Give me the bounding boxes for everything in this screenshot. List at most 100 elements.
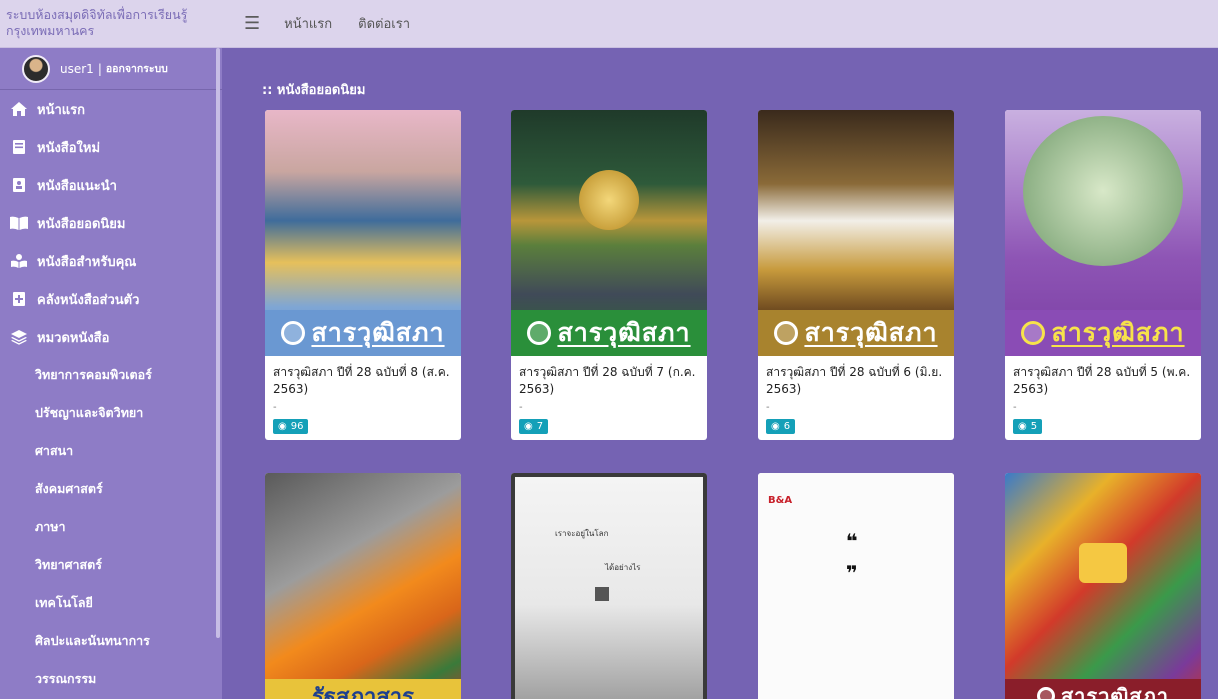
book-cover[interactable]: B&A ❝ ❞ [758, 473, 954, 699]
user-separator: | [97, 61, 102, 76]
cover-banner: สารวุฒิสภา [511, 310, 707, 356]
cover-banner: สารวุฒิสภา [265, 310, 461, 356]
senate-seal-icon [1021, 321, 1046, 345]
book-subtitle: - [519, 402, 523, 413]
book-title[interactable]: สารวุฒิสภา ปีที่ 28 ฉบับที่ 7 (ก.ค. 2563… [519, 364, 699, 398]
category-language[interactable]: ภาษา [0, 508, 222, 546]
category-social-sciences[interactable]: สังคมศาสตร์ [0, 470, 222, 508]
view-count: 7 [536, 421, 544, 432]
view-count-badge: ◉ 5 [1013, 419, 1043, 434]
qr-code-icon [595, 587, 609, 601]
book-subtitle: - [1013, 402, 1017, 413]
sidebar-item-categories[interactable]: หมวดหนังสือ [0, 318, 222, 356]
avatar [22, 54, 50, 83]
site-title[interactable]: ระบบห้องสมุดดิจิทัลเพื่อการเรียนรู้กรุงเ… [0, 0, 222, 48]
eye-icon: ◉ [278, 421, 287, 432]
book-card[interactable]: B&A ❝ ❞ [758, 473, 954, 699]
main-content: :: หนังสือยอดนิยม สารวุฒิสภา สารวุฒิสภา … [222, 48, 1218, 699]
book-cover[interactable]: สารวุฒิสภา [1005, 110, 1201, 356]
sidebar-item-recommended[interactable]: หนังสือแนะนำ [0, 166, 222, 204]
cover-title: รัฐสภาสาร [312, 684, 414, 699]
cover-text-line-1: เราจะอยู่ในโลก [555, 529, 609, 538]
book-cover[interactable]: สารวุฒิสภา [511, 110, 707, 356]
cover-banner: สารวุฒิสภา [758, 310, 954, 356]
view-count-badge: ◉ 96 [273, 419, 309, 434]
cover-banner: สารวุฒิสภา [1005, 679, 1201, 699]
cover-title: สารวุฒิสภา [1051, 318, 1185, 347]
book-card[interactable]: สารวุฒิสภา สารวุฒิสภา ปีที่ 28 ฉบับที่ 7… [511, 110, 707, 440]
heart-art-icon [1079, 543, 1127, 583]
book-card[interactable]: รัฐสภาสาร [265, 473, 461, 699]
publisher-logo: B&A [768, 495, 793, 506]
sidebar-item-label: หนังสือสำหรับคุณ [37, 254, 137, 270]
book-cover[interactable]: รัฐสภาสาร [265, 473, 461, 699]
sidebar-item-for-you[interactable]: หนังสือสำหรับคุณ [0, 242, 222, 280]
book-recommend-icon [9, 177, 29, 193]
cover-banner: รัฐสภาสาร [265, 679, 461, 699]
book-title[interactable]: สารวุฒิสภา ปีที่ 28 ฉบับที่ 6 (มิ.ย. 256… [766, 364, 946, 398]
reader-icon [9, 253, 29, 269]
book-title[interactable]: สารวุฒิสภา ปีที่ 28 ฉบับที่ 8 (ส.ค. 2563… [273, 364, 453, 398]
sidebar-item-popular[interactable]: หนังสือยอดนิยม [0, 204, 222, 242]
book-card[interactable]: สารวุฒิสภา [1005, 473, 1201, 699]
user-panel: user1 | ออกจากระบบ [0, 48, 222, 90]
eye-icon: ◉ [524, 421, 533, 432]
category-science[interactable]: วิทยาศาสตร์ [0, 546, 222, 584]
view-count: 5 [1030, 421, 1038, 432]
cover-banner: สารวุฒิสภา [1005, 310, 1201, 356]
username: user1 [60, 61, 94, 76]
open-quote-icon: ❝ [846, 529, 858, 553]
close-quote-icon: ❞ [846, 561, 858, 585]
category-arts-recreation[interactable]: ศิลปะและนันทนาการ [0, 622, 222, 660]
sidebar-item-label: หมวดหนังสือ [37, 330, 110, 346]
senate-seal-icon [774, 321, 799, 345]
category-computer-science[interactable]: วิทยาการคอมพิวเตอร์ [0, 356, 222, 394]
category-philosophy-psychology[interactable]: ปรัชญาและจิตวิทยา [0, 394, 222, 432]
nav-home-link[interactable]: หน้าแรก [284, 13, 332, 34]
category-religion[interactable]: ศาสนา [0, 432, 222, 470]
cover-title: สารวุฒิสภา [1060, 684, 1170, 699]
eye-icon: ◉ [1018, 421, 1027, 432]
sidebar-item-label: หนังสือใหม่ [37, 140, 101, 156]
book-cover[interactable]: สารวุฒิสภา [758, 110, 954, 356]
logout-link[interactable]: ออกจากระบบ [106, 60, 168, 77]
top-navbar: ☰ หน้าแรก ติดต่อเรา [222, 0, 1218, 48]
cover-title: สารวุฒิสภา [804, 318, 938, 347]
view-count-badge: ◉ 6 [766, 419, 796, 434]
cover-title: สารวุฒิสภา [311, 318, 445, 347]
section-title: :: หนังสือยอดนิยม [262, 83, 366, 98]
book-cover[interactable]: เราจะอยู่ในโลก ได้อย่างไร [511, 473, 707, 699]
open-book-icon [9, 215, 29, 231]
view-count-badge: ◉ 7 [519, 419, 549, 434]
book-card[interactable]: เราจะอยู่ในโลก ได้อย่างไร [511, 473, 707, 699]
book-card[interactable]: สารวุฒิสภา สารวุฒิสภา ปีที่ 28 ฉบับที่ 8… [265, 110, 461, 440]
category-literature[interactable]: วรรณกรรม [0, 660, 222, 698]
cover-title: สารวุฒิสภา [557, 318, 691, 347]
sidebar: user1 | ออกจากระบบ หน้าแรก หนังสือใหม่ ห… [0, 48, 222, 699]
sidebar-item-label: หน้าแรก [37, 102, 85, 118]
sidebar-item-label: หนังสือแนะนำ [37, 178, 117, 194]
layers-icon [9, 329, 29, 345]
cover-text-line-2: ได้อย่างไร [605, 563, 641, 572]
eye-icon: ◉ [771, 421, 780, 432]
book-card[interactable]: สารวุฒิสภา สารวุฒิสภา ปีที่ 28 ฉบับที่ 5… [1005, 110, 1201, 440]
sidebar-item-new-books[interactable]: หนังสือใหม่ [0, 128, 222, 166]
book-cover[interactable]: สารวุฒิสภา [265, 110, 461, 356]
senate-seal-icon [1036, 687, 1055, 699]
senate-seal-icon [527, 321, 552, 345]
view-count: 96 [290, 421, 304, 432]
sidebar-menu: หน้าแรก หนังสือใหม่ หนังสือแนะนำ หนังสือ… [0, 90, 222, 698]
plus-box-icon [9, 291, 29, 307]
book-cover[interactable]: สารวุฒิสภา [1005, 473, 1201, 699]
nav-contact-link[interactable]: ติดต่อเรา [358, 13, 410, 34]
book-subtitle: - [273, 402, 277, 413]
book-card[interactable]: สารวุฒิสภา สารวุฒิสภา ปีที่ 28 ฉบับที่ 6… [758, 110, 954, 440]
anniversary-emblem [579, 170, 639, 230]
sidebar-scrollbar[interactable] [216, 48, 220, 638]
sidebar-item-personal-library[interactable]: คลังหนังสือส่วนตัว [0, 280, 222, 318]
sidebar-item-home[interactable]: หน้าแรก [0, 90, 222, 128]
book-new-icon [9, 139, 29, 155]
hamburger-menu-icon[interactable]: ☰ [244, 13, 260, 34]
category-technology[interactable]: เทคโนโลยี [0, 584, 222, 622]
book-title[interactable]: สารวุฒิสภา ปีที่ 28 ฉบับที่ 5 (พ.ค. 2563… [1013, 364, 1193, 398]
